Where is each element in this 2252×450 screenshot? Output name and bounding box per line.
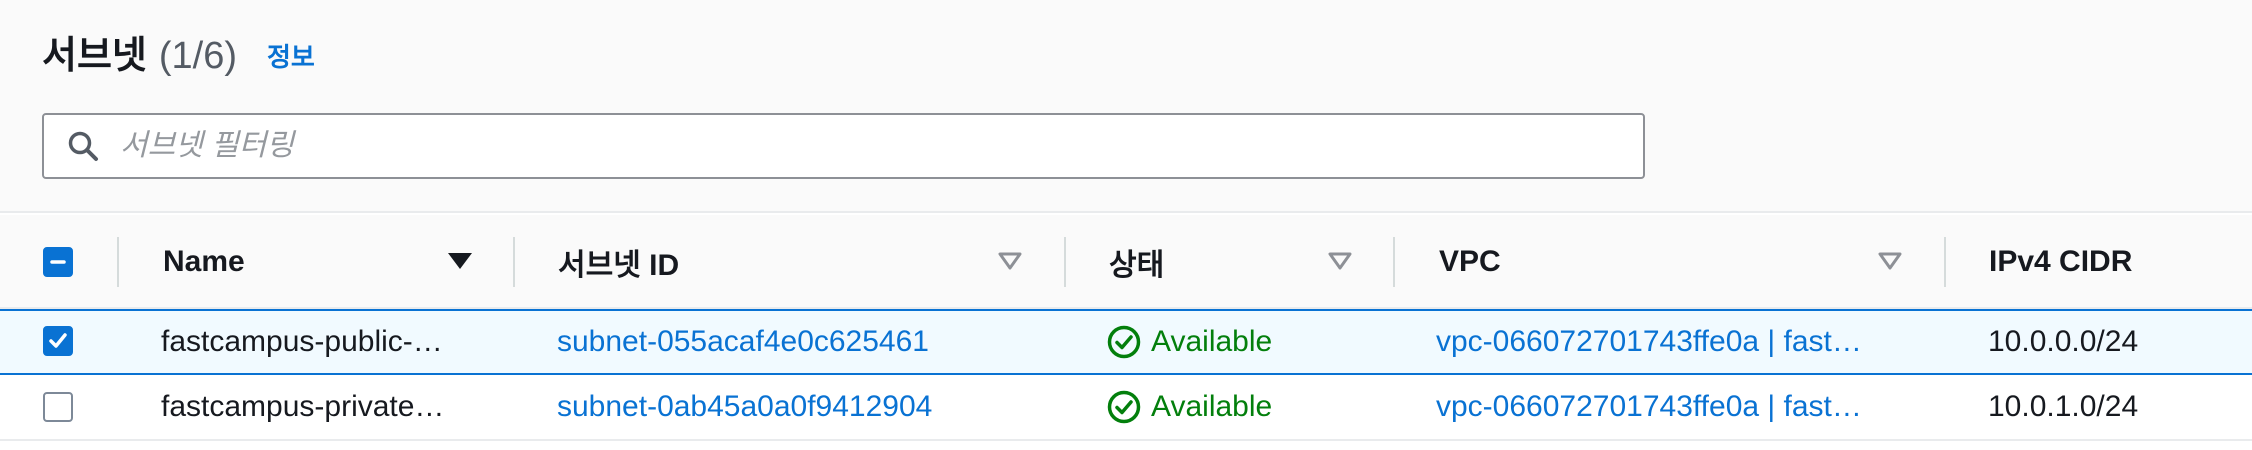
panel-header: 서브넷 (1/6) 정보 [0,0,2252,213]
page-title-text: 서브넷 [42,35,147,77]
row-subnet-id-link[interactable]: subnet-055acaf4e0c625461 [557,311,1037,373]
column-divider [513,237,515,287]
page-title: 서브넷 (1/6) [42,34,237,78]
row-ipv4-cidr: 10.0.0.0/24 [1988,325,2139,358]
search-input[interactable] [120,129,1620,163]
table-row[interactable]: fastcampus-private… subnet-0ab45a0a0f941… [0,375,2252,441]
status-text: Available [1151,390,1273,423]
search-icon [66,129,100,163]
subnets-panel: 서브넷 (1/6) 정보 Name 서브넷 ID [0,0,2252,450]
caret-down-outline-icon[interactable] [1326,249,1354,273]
row-checkbox[interactable] [43,392,73,422]
status-text: Available [1151,325,1273,358]
info-link[interactable]: 정보 [267,40,315,74]
indeterminate-icon [50,260,66,264]
column-divider [1393,237,1395,287]
checkmark-icon [49,333,67,348]
column-header-vpc[interactable]: VPC [1439,215,1501,309]
row-status: Available [1107,375,1367,439]
select-all-checkbox[interactable] [43,247,73,277]
column-divider [1944,237,1946,287]
selection-count: (1/6) [158,35,238,77]
column-header-ipv4-cidr: IPv4 CIDR [1989,245,2133,278]
row-status: Available [1107,311,1367,373]
row-ipv4-cidr: 10.0.1.0/24 [1988,390,2139,423]
table-row[interactable]: fastcampus-public-… subnet-055acaf4e0c62… [0,309,2252,375]
row-vpc-link[interactable]: vpc-066072701743ffe0a | fast… [1436,375,1902,439]
column-divider [1064,237,1066,287]
caret-down-outline-icon[interactable] [996,249,1024,273]
column-header-status[interactable]: 상태 [1109,215,1164,309]
column-header-name[interactable]: Name [163,215,245,309]
row-name: fastcampus-private… [161,390,445,423]
caret-down-outline-icon[interactable] [1876,249,1904,273]
check-circle-icon [1107,390,1141,424]
row-name: fastcampus-public-… [161,325,443,358]
row-checkbox[interactable] [43,326,73,356]
check-circle-icon [1107,325,1141,359]
row-vpc-link[interactable]: vpc-066072701743ffe0a | fast… [1436,311,1902,373]
row-subnet-id-link[interactable]: subnet-0ab45a0a0f9412904 [557,375,1037,439]
search-field[interactable] [42,113,1645,179]
table-header: Name 서브넷 ID 상태 VPC IPv4 CIDR [0,215,2252,309]
column-divider [117,237,119,287]
column-header-subnet-id[interactable]: 서브넷 ID [558,215,679,309]
caret-down-filled-icon[interactable] [446,249,474,273]
